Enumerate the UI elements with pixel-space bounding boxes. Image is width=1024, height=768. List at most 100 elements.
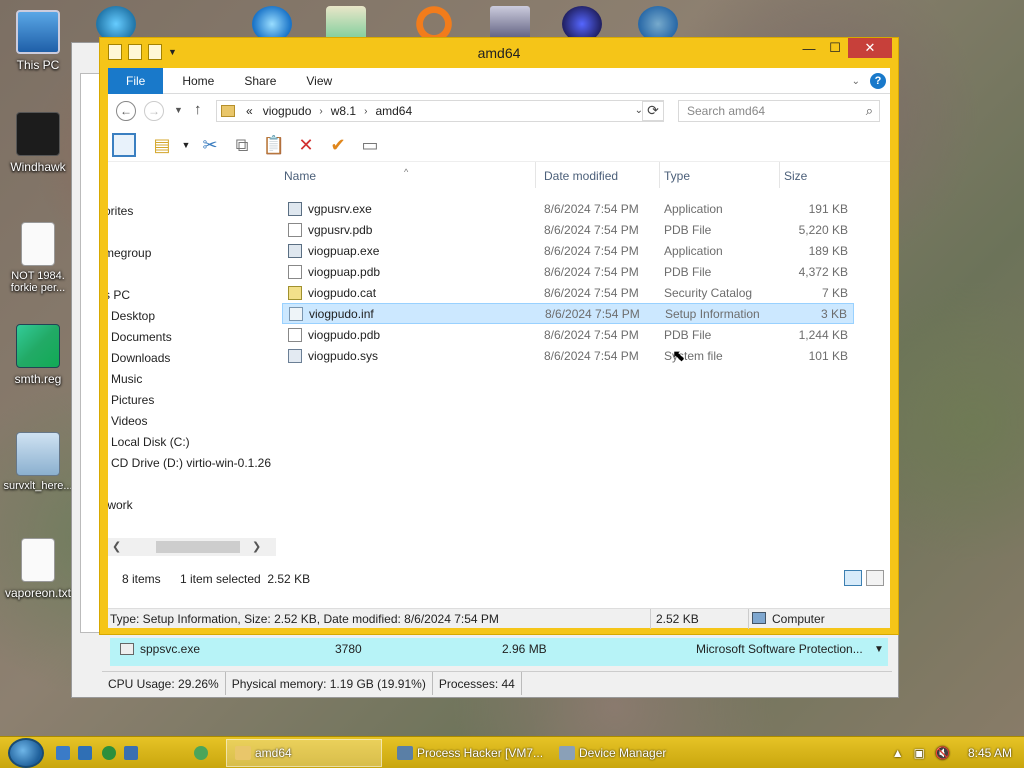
nav-item-downloads[interactable]: Downloads bbox=[111, 351, 170, 365]
scroll-down-icon[interactable]: ▼ bbox=[874, 644, 884, 655]
details-view-icon[interactable] bbox=[844, 570, 862, 586]
paste-icon[interactable]: 📋 bbox=[262, 133, 286, 157]
breadcrumb-overflow[interactable]: « bbox=[246, 104, 253, 118]
nav-item-local-disk[interactable]: Local Disk (C:) bbox=[111, 435, 190, 449]
nav-item-videos[interactable]: Videos bbox=[111, 414, 147, 428]
physical-memory: Physical memory: 1.19 GB (19.91%) bbox=[226, 672, 433, 695]
close-button[interactable]: ✕ bbox=[848, 38, 892, 58]
desktop-icon-windhawk[interactable]: Windhawk bbox=[0, 112, 76, 174]
nav-item-favorites[interactable]: orites bbox=[108, 204, 133, 218]
search-input[interactable]: Search amd64 ⌕ bbox=[678, 100, 880, 122]
properties-check-icon[interactable]: ✔ bbox=[326, 133, 350, 157]
taskbar-button-process-hacker[interactable]: Process Hacker [VM7... bbox=[388, 739, 546, 767]
process-row[interactable]: sppsvc.exe 3780 2.96 MB Microsoft Softwa… bbox=[110, 638, 888, 660]
help-icon[interactable]: ? bbox=[870, 73, 886, 89]
file-row[interactable]: vgpusrv.exe 8/6/2024 7:54 PM Application… bbox=[282, 198, 854, 219]
file-row[interactable]: viogpudo.pdb 8/6/2024 7:54 PM PDB File 1… bbox=[282, 324, 854, 345]
file-type: PDB File bbox=[664, 264, 712, 279]
navigation-pane-icon[interactable] bbox=[112, 133, 136, 157]
file-name: vgpusrv.exe bbox=[308, 201, 372, 216]
details-location: Computer bbox=[772, 612, 825, 626]
nav-item-this-pc[interactable]: s PC bbox=[108, 288, 130, 302]
explorer-window[interactable]: ▼ amd64 — ☐ ✕ File Home Share View ⌄ ? ←… bbox=[99, 37, 899, 635]
file-name: viogpudo.inf bbox=[309, 306, 374, 321]
maximize-button[interactable]: ☐ bbox=[822, 38, 848, 58]
scroll-right-icon[interactable]: ❯ bbox=[252, 540, 261, 553]
file-row[interactable]: viogpuap.exe 8/6/2024 7:54 PM Applicatio… bbox=[282, 240, 854, 261]
address-bar[interactable]: « viogpudo › w8.1 › amd64 ⌄ bbox=[216, 100, 664, 122]
folder-options-icon[interactable]: ▤ bbox=[150, 133, 174, 157]
chevron-up-icon[interactable]: ▲ bbox=[892, 746, 904, 760]
desktop-icon-not-1984[interactable]: NOT 1984. forkie per... bbox=[0, 222, 76, 294]
tab-home[interactable]: Home bbox=[167, 68, 229, 94]
taskbar-button-label: Process Hacker [VM7... bbox=[417, 746, 544, 760]
nav-item-pictures[interactable]: Pictures bbox=[111, 393, 154, 407]
file-row[interactable]: viogpuap.pdb 8/6/2024 7:54 PM PDB File 4… bbox=[282, 261, 854, 282]
desktop-icon-survxlt[interactable]: survxlt_here... bbox=[0, 432, 76, 492]
rename-icon[interactable]: ▭ bbox=[358, 133, 382, 157]
file-row[interactable]: viogpudo.cat 8/6/2024 7:54 PM Security C… bbox=[282, 282, 854, 303]
globe-icon[interactable] bbox=[194, 746, 208, 760]
show-desktop-icon[interactable] bbox=[56, 746, 70, 760]
column-header-size[interactable]: Size bbox=[780, 162, 860, 188]
recent-locations-icon[interactable]: ▼ bbox=[174, 105, 183, 115]
nav-item-music[interactable]: Music bbox=[111, 372, 142, 386]
expand-ribbon-icon[interactable]: ⌄ bbox=[852, 76, 860, 87]
column-header-name[interactable]: Name ^ bbox=[280, 162, 536, 188]
browser-icon[interactable] bbox=[102, 746, 116, 760]
forward-button[interactable]: → bbox=[144, 101, 164, 121]
clock[interactable]: 8:45 AM bbox=[968, 746, 1012, 760]
scrollbar-thumb[interactable] bbox=[156, 541, 240, 553]
system-tray: ▲ ▣ 🔇 8:45 AM bbox=[892, 737, 1024, 768]
nav-item-homegroup[interactable]: megroup bbox=[108, 246, 151, 260]
breadcrumb-amd64[interactable]: amd64 bbox=[375, 104, 412, 118]
file-size: 101 KB bbox=[808, 348, 848, 363]
file-row[interactable]: viogpudo.sys 8/6/2024 7:54 PM System fil… bbox=[282, 345, 854, 366]
up-button[interactable]: ↑ bbox=[194, 101, 202, 118]
nav-item-network[interactable]: twork bbox=[108, 498, 133, 512]
file-size: 189 KB bbox=[808, 243, 848, 258]
refresh-button[interactable]: ⟳ bbox=[642, 101, 664, 121]
minimize-button[interactable]: — bbox=[796, 38, 822, 58]
breadcrumb-separator-icon[interactable]: › bbox=[319, 106, 322, 117]
desktop-icon-this-pc[interactable]: This PC bbox=[0, 10, 76, 72]
application-icon bbox=[288, 201, 302, 216]
back-button[interactable]: ← bbox=[116, 101, 136, 121]
tab-share[interactable]: Share bbox=[229, 68, 291, 94]
cut-icon[interactable]: ✂ bbox=[198, 133, 222, 157]
file-row[interactable]: vgpusrv.pdb 8/6/2024 7:54 PM PDB File 5,… bbox=[282, 219, 854, 240]
mouse-cursor-icon: ⬉ bbox=[672, 348, 686, 365]
column-header-date[interactable]: Date modified bbox=[540, 162, 660, 188]
chevron-down-icon[interactable]: ▼ bbox=[174, 133, 198, 157]
window-switcher-icon[interactable] bbox=[78, 746, 92, 760]
taskbar-button-amd64[interactable]: amd64 bbox=[226, 739, 382, 767]
volume-muted-icon[interactable]: 🔇 bbox=[935, 746, 950, 760]
large-icons-view-icon[interactable] bbox=[866, 570, 884, 586]
file-size: 4,372 KB bbox=[798, 264, 848, 279]
scroll-left-icon[interactable]: ❮ bbox=[112, 540, 121, 553]
delete-icon[interactable]: ✕ bbox=[294, 133, 318, 157]
start-button[interactable] bbox=[8, 738, 44, 768]
nav-item-documents[interactable]: Documents bbox=[111, 330, 172, 344]
application-icon bbox=[288, 243, 302, 258]
search-icon[interactable]: ⌕ bbox=[866, 103, 873, 119]
explorer-quicklaunch-icon[interactable] bbox=[124, 746, 138, 760]
network-icon[interactable]: ▣ bbox=[914, 746, 925, 760]
title-bar[interactable]: ▼ amd64 — ☐ ✕ bbox=[100, 38, 898, 68]
column-header-type[interactable]: Type bbox=[660, 162, 780, 188]
nav-item-desktop[interactable]: Desktop bbox=[111, 309, 155, 323]
breadcrumb-w81[interactable]: w8.1 bbox=[331, 104, 356, 118]
taskbar-button-device-manager[interactable]: Device Manager bbox=[550, 739, 708, 767]
breadcrumb-separator-icon[interactable]: › bbox=[364, 106, 367, 117]
file-name: viogpudo.sys bbox=[308, 348, 379, 363]
copy-icon[interactable]: ⧉ bbox=[230, 133, 254, 157]
tab-view[interactable]: View bbox=[291, 68, 347, 94]
file-row-selected[interactable]: viogpudo.inf 8/6/2024 7:54 PM Setup Info… bbox=[282, 303, 854, 324]
nav-pane-horizontal-scrollbar[interactable]: ❮ ❯ bbox=[108, 538, 276, 556]
desktop-icon-vaporeon[interactable]: vaporeon.txt bbox=[0, 538, 76, 600]
breadcrumb-viogpudo[interactable]: viogpudo bbox=[263, 104, 312, 118]
nav-item-cd-drive[interactable]: CD Drive (D:) virtio-win-0.1.26 bbox=[111, 456, 271, 470]
process-row-partial[interactable] bbox=[110, 660, 888, 666]
tab-file[interactable]: File bbox=[108, 67, 164, 94]
desktop-icon-smth-reg[interactable]: smth.reg bbox=[0, 324, 76, 386]
